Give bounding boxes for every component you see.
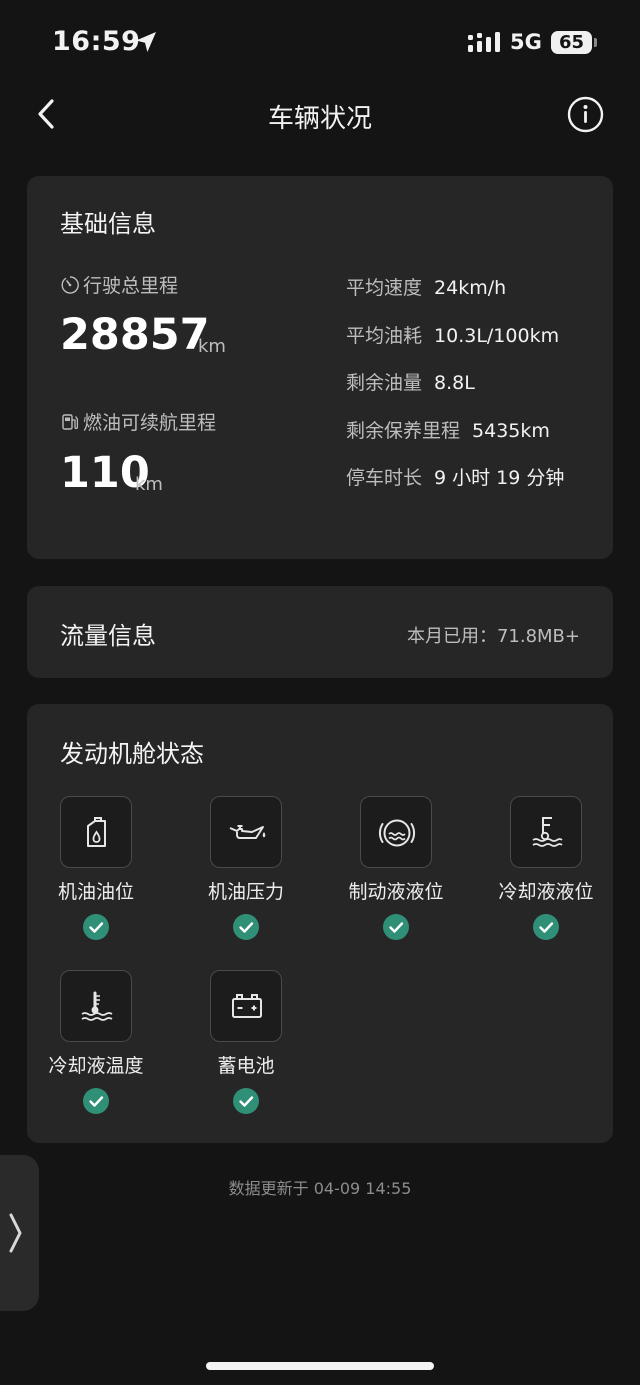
traffic-info-title: 流量信息 bbox=[60, 622, 156, 650]
status-bar: 16:59 5G 65 bbox=[0, 0, 640, 86]
battery-icon bbox=[232, 994, 262, 1018]
engine-item-coolant-temperature[interactable]: 冷却液温度 bbox=[20, 970, 170, 1120]
odometer-label-text: 行驶总里程 bbox=[83, 275, 179, 297]
battery-nub bbox=[594, 38, 597, 47]
check-icon bbox=[83, 1088, 109, 1114]
check-icon bbox=[83, 914, 109, 940]
engine-item-icon-box bbox=[210, 796, 282, 868]
page-title: 车辆状况 bbox=[267, 104, 372, 134]
odometer-label: 行驶总里程 bbox=[60, 271, 178, 298]
engine-item-oil-pressure[interactable]: 机油压力 bbox=[170, 796, 320, 946]
vehicle-status-screen: 16:59 5G 65 车辆状况 基础信息 行驶总里程 28857 km 燃油可… bbox=[0, 0, 640, 1385]
check-icon bbox=[383, 914, 409, 940]
engine-item-icon-box bbox=[510, 796, 582, 868]
stat-value: 10.3L/100km bbox=[434, 325, 560, 347]
engine-item-label: 制动液液位 bbox=[348, 881, 444, 903]
fuel-range-label: 燃油可续航里程 bbox=[60, 408, 216, 435]
engine-item-coolant-level[interactable]: 冷却液液位 bbox=[470, 796, 620, 946]
engine-item-icon-box bbox=[60, 970, 132, 1042]
engine-item-label: 冷却液液位 bbox=[498, 881, 594, 903]
stat-average-fuel-consumption: 平均油耗 10.3L/100km bbox=[346, 321, 559, 348]
side-drawer-handle[interactable] bbox=[0, 1155, 39, 1311]
signal-icon bbox=[468, 32, 500, 52]
fuel-range-unit: km bbox=[135, 474, 163, 495]
check-icon bbox=[233, 914, 259, 940]
engine-item-label: 蓄电池 bbox=[217, 1055, 275, 1077]
stat-label: 停车时长 bbox=[346, 467, 423, 489]
battery-level: 65 bbox=[558, 32, 585, 53]
stat-remaining-fuel: 剩余油量 8.8L bbox=[346, 368, 475, 395]
check-icon bbox=[533, 914, 559, 940]
coolant-level-icon bbox=[532, 817, 563, 847]
oil-pressure-icon bbox=[229, 825, 266, 839]
engine-item-icon-box bbox=[60, 796, 132, 868]
engine-item-label: 机油油位 bbox=[57, 881, 134, 903]
fuel-pump-icon bbox=[62, 413, 79, 430]
basic-info-title: 基础信息 bbox=[60, 210, 156, 238]
engine-status-card: 发动机舱状态 机油油位 机油压力 制动液液位 冷却液液位 冷却液温度 蓄电池 bbox=[27, 704, 613, 1143]
stat-remaining-service-mileage: 剩余保养里程 5435km bbox=[346, 416, 550, 443]
stat-value: 24km/h bbox=[434, 277, 507, 299]
network-type: 5G bbox=[510, 30, 542, 54]
stat-value: 8.8L bbox=[434, 372, 475, 394]
odometer-value: 28857 bbox=[60, 310, 210, 360]
engine-item-label: 机油压力 bbox=[207, 881, 284, 903]
odometer-unit: km bbox=[198, 336, 226, 357]
battery-indicator: 65 bbox=[551, 31, 592, 54]
traffic-usage: 本月已用：71.8MB+ bbox=[406, 626, 580, 647]
status-time: 16:59 bbox=[52, 26, 141, 57]
stat-label: 平均速度 bbox=[346, 277, 423, 299]
engine-item-icon-box bbox=[210, 970, 282, 1042]
basic-info-card: 基础信息 行驶总里程 28857 km 燃油可续航里程 110 km 平均速度 2… bbox=[27, 176, 613, 559]
data-update-time: 数据更新于 04-09 14:55 bbox=[228, 1179, 412, 1198]
gauge-icon bbox=[61, 275, 79, 294]
brake-fluid-icon bbox=[378, 819, 416, 847]
engine-item-oil-level[interactable]: 机油油位 bbox=[20, 796, 170, 946]
stat-parking-duration: 停车时长 9 小时 19 分钟 bbox=[346, 463, 564, 490]
engine-item-brake-fluid[interactable]: 制动液液位 bbox=[320, 796, 470, 946]
location-arrow-icon bbox=[136, 32, 156, 52]
stat-label: 剩余油量 bbox=[346, 372, 423, 394]
info-button[interactable] bbox=[567, 96, 604, 133]
stat-value: 5435km bbox=[472, 420, 550, 442]
home-indicator[interactable] bbox=[206, 1362, 434, 1370]
engine-item-battery[interactable]: 蓄电池 bbox=[170, 970, 320, 1120]
oil-can-icon bbox=[87, 817, 106, 847]
chevron-right-icon bbox=[9, 1213, 22, 1253]
stat-value: 9 小时 19 分钟 bbox=[434, 467, 565, 489]
coolant-temperature-icon bbox=[81, 991, 113, 1021]
check-icon bbox=[233, 1088, 259, 1114]
engine-item-label: 冷却液温度 bbox=[48, 1055, 144, 1077]
traffic-info-card[interactable]: 流量信息 本月已用：71.8MB+ bbox=[27, 586, 613, 678]
fuel-range-label-text: 燃油可续航里程 bbox=[83, 412, 217, 434]
stat-average-speed: 平均速度 24km/h bbox=[346, 273, 506, 300]
engine-status-title: 发动机舱状态 bbox=[60, 740, 204, 768]
stat-label: 剩余保养里程 bbox=[346, 420, 461, 442]
stat-label: 平均油耗 bbox=[346, 325, 423, 347]
engine-item-icon-box bbox=[360, 796, 432, 868]
